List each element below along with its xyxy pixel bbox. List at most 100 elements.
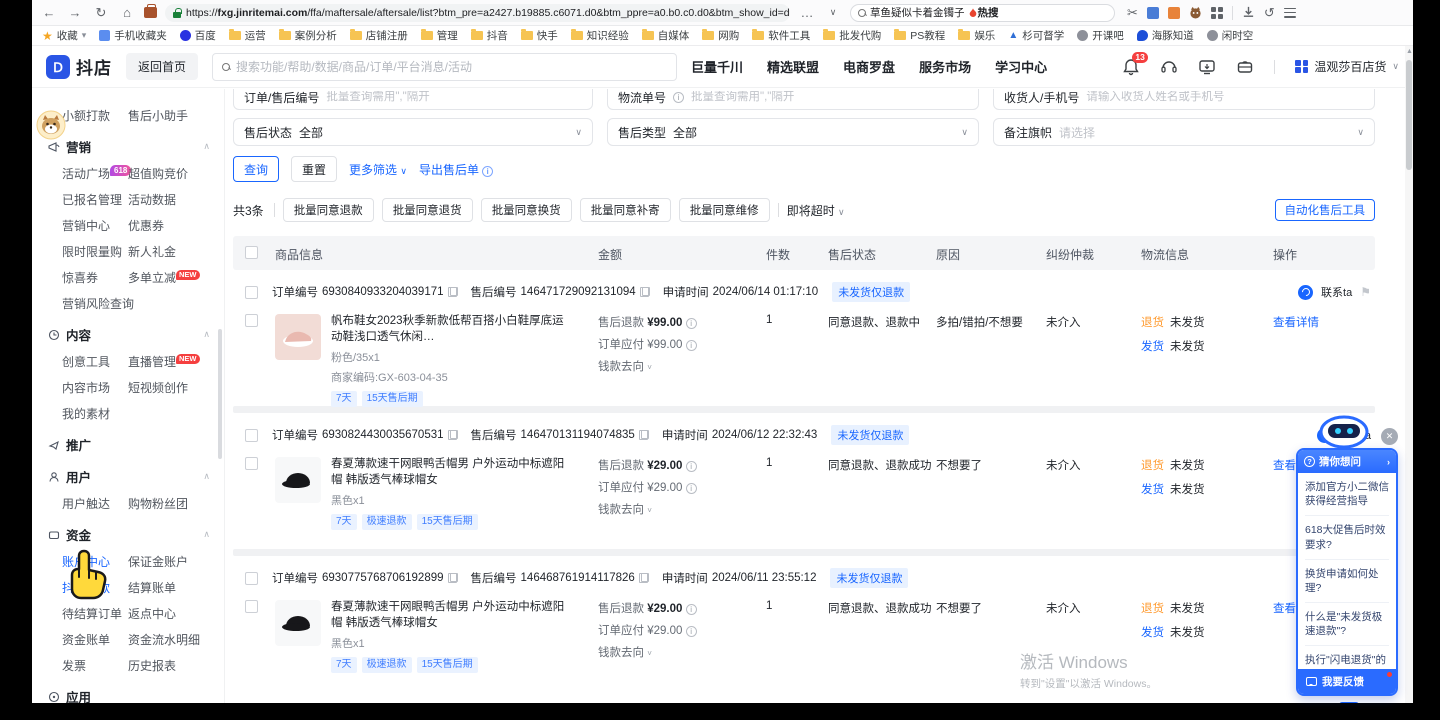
robot-avatar-icon[interactable] <box>1318 414 1370 455</box>
sidebar-item[interactable]: 营销中心 <box>62 217 128 234</box>
sidebar-item[interactable]: 惊喜券 <box>62 269 128 286</box>
copy-icon[interactable] <box>640 287 649 297</box>
batch-agree-refund-button[interactable]: 批量同意退款 <box>283 198 374 222</box>
aftersale-status-select[interactable]: 售后状态 全部 ∨ <box>233 118 593 146</box>
ship-tag[interactable]: 发货 <box>1141 481 1164 497</box>
sidebar-item[interactable]: 活动数据 <box>128 191 224 208</box>
sidebar-item[interactable]: 优惠券 <box>128 217 224 234</box>
sidebar-item[interactable]: 资金账单 <box>62 631 128 648</box>
bookmark-favorites[interactable]: ★收藏▾ <box>42 28 86 43</box>
ship-tag[interactable]: 发货 <box>1141 338 1164 354</box>
batch-agree-exchange-button[interactable]: 批量同意换货 <box>481 198 572 222</box>
sidebar-item[interactable]: 内容市场 <box>62 379 128 396</box>
info-icon[interactable] <box>686 483 697 494</box>
feedback-button[interactable]: 我要反馈 <box>1298 669 1396 694</box>
page-1-button[interactable]: 1 <box>1339 702 1359 703</box>
home-icon[interactable]: ⌂ <box>118 5 136 20</box>
client-download-icon[interactable] <box>1198 58 1216 76</box>
product-title[interactable]: 春夏薄款速干网眼鸭舌帽男 户外运动中标遮阳帽 韩版透气棒球帽女 <box>331 457 571 488</box>
page-scrollbar[interactable]: ▲ <box>1405 46 1413 703</box>
sidebar-section-users[interactable]: 用户∧ <box>48 467 224 486</box>
bookmark-baidu[interactable]: 百度 <box>180 28 216 43</box>
return-tag[interactable]: 退货 <box>1141 314 1164 330</box>
nav-jingxuan[interactable]: 精选联盟 <box>767 57 819 76</box>
money-flow-link[interactable]: 钱款去向 <box>598 504 644 516</box>
bookmark-folder[interactable]: 娱乐 <box>958 28 995 43</box>
sidebar-item-aftersale-helper[interactable]: 售后小助手 <box>128 107 224 124</box>
sidebar-item[interactable]: 多单立减NEW <box>128 269 224 286</box>
collapse-icon[interactable]: ∧ <box>203 529 210 540</box>
history-undo-icon[interactable]: ↺ <box>1264 5 1275 21</box>
sidebar-item[interactable]: 用户触达 <box>62 495 128 512</box>
trending-query[interactable]: 草鱼疑似卡着金镯子 <box>870 5 965 20</box>
bookmark-folder[interactable]: 运营 <box>229 28 266 43</box>
sidebar-item[interactable]: 返点中心 <box>128 605 224 622</box>
aftersale-type-select[interactable]: 售后类型 全部 ∨ <box>607 118 979 146</box>
money-flow-link[interactable]: 钱款去向 <box>598 361 644 373</box>
notification-bell-icon[interactable]: 13 <box>1122 58 1140 76</box>
sidebar-item[interactable]: 创意工具 <box>62 353 128 370</box>
query-button[interactable]: 查询 <box>233 156 279 182</box>
copy-icon[interactable] <box>448 573 457 583</box>
bookmark-site[interactable]: ▲杉可督学 <box>1008 28 1064 43</box>
row-checkbox[interactable] <box>245 429 258 442</box>
customer-service-icon[interactable] <box>1160 58 1178 76</box>
doudian-logo[interactable]: Ｄ 抖店 <box>46 54 112 79</box>
chat-question[interactable]: 执行"闪电退货"的条件是什么? <box>1305 646 1389 669</box>
nav-luopan[interactable]: 电商罗盘 <box>843 57 895 76</box>
collapse-icon[interactable]: ∧ <box>203 471 210 482</box>
sidebar-item[interactable]: 我的素材 <box>62 405 128 422</box>
tracking-no-field[interactable]: 物流单号 <box>607 89 979 110</box>
sidebar-item[interactable]: 营销风险查询 <box>62 295 128 312</box>
sidebar-item[interactable]: 待结算订单 <box>62 605 128 622</box>
remark-flag-select[interactable]: 备注旗帜 请选择 ∨ <box>993 118 1375 146</box>
sidebar-section-funds[interactable]: 资金∧ <box>48 525 224 544</box>
bookmark-folder[interactable]: 抖音 <box>471 28 508 43</box>
bookmark-folder[interactable]: 知识经验 <box>571 28 629 43</box>
app-search-box[interactable] <box>212 53 677 81</box>
chat-question[interactable]: 什么是"未发货极速退款"? <box>1305 603 1389 646</box>
page-url[interactable]: https://fxg.jinritemai.com/ffa/maftersal… <box>186 7 790 19</box>
bookmark-folder[interactable]: 管理 <box>421 28 458 43</box>
dog-extension-icon[interactable] <box>1189 6 1202 19</box>
sidebar-item-invoice[interactable]: 发票 <box>62 657 128 674</box>
row-checkbox[interactable] <box>245 457 258 470</box>
assistant-avatar[interactable] <box>36 110 66 140</box>
select-all-checkbox[interactable] <box>245 246 258 259</box>
return-tag[interactable]: 退货 <box>1141 457 1164 473</box>
bookmark-mobile[interactable]: 手机收藏夹 <box>99 28 167 43</box>
bookmark-folder[interactable]: PS教程 <box>894 28 945 43</box>
extension-blue-icon[interactable] <box>1147 7 1159 19</box>
receiver-input[interactable] <box>1086 91 1364 103</box>
view-detail-link[interactable]: 查看详情 <box>1273 314 1319 330</box>
return-tag[interactable]: 退货 <box>1141 600 1164 616</box>
bookmark-folder[interactable]: 批发代购 <box>823 28 881 43</box>
chevron-down-icon[interactable]: ∨ <box>824 7 842 18</box>
ssl-lock-icon[interactable] <box>173 8 181 18</box>
info-icon[interactable] <box>686 626 697 637</box>
sidebar-item[interactable]: 保证金账户 <box>128 553 224 570</box>
info-icon[interactable] <box>686 604 697 615</box>
copy-icon[interactable] <box>639 430 648 440</box>
collapse-icon[interactable]: ∧ <box>203 329 210 340</box>
info-icon[interactable] <box>686 340 697 351</box>
apps-grid-icon[interactable] <box>1211 7 1223 19</box>
batch-agree-repair-button[interactable]: 批量同意维修 <box>679 198 770 222</box>
extension-toolbox-icon[interactable] <box>144 7 157 18</box>
row-checkbox[interactable] <box>245 572 258 585</box>
collapse-icon[interactable]: ∧ <box>203 141 210 152</box>
store-switcher[interactable]: 温观莎百店货 ∨ <box>1295 58 1399 75</box>
product-image[interactable] <box>275 600 321 646</box>
row-checkbox[interactable] <box>245 286 258 299</box>
copy-icon[interactable] <box>448 287 457 297</box>
sidebar-section-content[interactable]: 内容∧ <box>48 325 224 344</box>
product-title[interactable]: 春夏薄款速干网眼鸭舌帽男 户外运动中标遮阳帽 韩版透气棒球帽女 <box>331 600 571 631</box>
row-checkbox[interactable] <box>245 314 258 327</box>
sidebar-item[interactable]: 活动广场618 <box>62 165 128 182</box>
info-icon[interactable] <box>686 318 697 329</box>
sidebar-item[interactable]: 短视频创作 <box>128 379 224 396</box>
chat-question[interactable]: 添加官方小二微信获得经营指导 <box>1305 473 1389 516</box>
info-icon[interactable] <box>686 461 697 472</box>
sidebar-section-promotion[interactable]: 推广 <box>48 435 224 454</box>
timeout-filter[interactable]: 即将超时 ∨ <box>787 202 845 219</box>
